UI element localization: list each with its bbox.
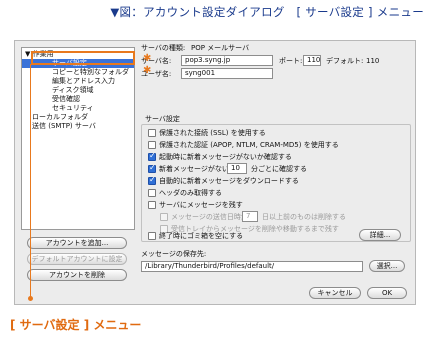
check-interval-suffix: 分ごとに確認する <box>251 165 307 173</box>
check-at-startup-checkbox[interactable] <box>148 151 156 161</box>
figure-caption: ▼図：アカウント設定ダイアログ [ サーバ設定 ] メニュー <box>110 5 424 19</box>
secure-auth-label: 保護された認証 (APOP, NTLM, CRAM-MD5) を使用する <box>159 141 339 149</box>
check-at-startup-label: 起動時に新着メッセージがないか確認する <box>159 153 292 161</box>
set-default-account-button[interactable]: デフォルトアカウントに設定 <box>27 253 127 265</box>
server-type-label: サーバの種類: <box>141 44 186 52</box>
tree-item-label: ディスク領域 <box>52 86 94 94</box>
ssl-label: 保護された接続 (SSL) を使用する <box>159 129 266 137</box>
port-field[interactable]: 110 <box>303 55 321 66</box>
server-type-value: POP メールサーバ <box>191 44 250 52</box>
delete-after-days-suffix: 日以上前のものは削除する <box>262 213 346 221</box>
user-name-field[interactable]: syng001 <box>181 68 273 79</box>
default-port-label: デフォルト: <box>326 57 364 65</box>
ssl-checkbox[interactable] <box>148 129 156 137</box>
callout-star-icon: ✱ <box>143 53 152 64</box>
leave-on-server-checkbox[interactable] <box>148 201 156 209</box>
server-name-field[interactable]: pop3.syng.jp <box>181 55 273 66</box>
tree-item-local-folders[interactable]: ローカルフォルダ <box>22 113 134 122</box>
callout-line <box>30 64 39 65</box>
headers-only-checkbox[interactable] <box>148 189 156 197</box>
delete-after-days-field[interactable]: 7 <box>242 211 258 222</box>
tree-item-label: ローカルフォルダ <box>32 113 88 121</box>
storage-path-field[interactable]: /Library/Thunderbird/Profiles/default/ <box>141 261 363 272</box>
check-interval-field[interactable]: 10 <box>227 163 247 174</box>
secure-auth-checkbox[interactable] <box>148 141 156 149</box>
tree-item-security[interactable]: セキュリティ <box>22 104 134 113</box>
tree-item-label: 受信確認 <box>52 95 80 103</box>
headers-only-label: ヘッダのみ取得する <box>159 189 222 197</box>
check-interval-checkbox[interactable] <box>148 163 156 173</box>
callout-dot-icon <box>28 296 33 301</box>
delete-after-days-checkbox[interactable] <box>160 213 168 221</box>
default-port-value: 110 <box>366 57 380 65</box>
empty-trash-label: 終了時にゴミ箱を空にする <box>159 232 244 240</box>
callout-star-icon: ✱ <box>143 65 152 76</box>
tree-item-copies-folders[interactable]: コピーと特別なフォルダ <box>22 68 134 77</box>
account-tree[interactable]: ▼ 作業用 サーバ設定 コピーと特別なフォルダ 編集とアドレス入力 ディスク領域… <box>21 47 135 230</box>
tree-item-composition[interactable]: 編集とアドレス入力 <box>22 77 134 86</box>
port-label: ポート: <box>279 57 303 65</box>
server-settings-title: サーバ設定 <box>145 115 180 123</box>
add-account-button[interactable]: アカウントを追加... <box>27 237 127 249</box>
delete-account-button[interactable]: アカウントを削除 <box>27 269 127 281</box>
callout-line <box>30 64 31 298</box>
tree-item-label: 送信 (SMTP) サーバ <box>32 122 96 130</box>
tree-item-disk-space[interactable]: ディスク領域 <box>22 86 134 95</box>
cancel-button[interactable]: キャンセル <box>309 287 361 299</box>
delete-after-days-label: メッセージの送信日時が <box>171 213 248 221</box>
tree-item-label: 編集とアドレス入力 <box>52 77 115 85</box>
auto-download-checkbox[interactable] <box>148 175 156 185</box>
tree-item-smtp[interactable]: 送信 (SMTP) サーバ <box>22 122 134 131</box>
tree-item-label: セキュリティ <box>52 104 94 112</box>
empty-trash-checkbox[interactable] <box>148 232 156 240</box>
tree-item-receipts[interactable]: 受信確認 <box>22 95 134 104</box>
account-settings-dialog: ▼ 作業用 サーバ設定 コピーと特別なフォルダ 編集とアドレス入力 ディスク領域… <box>14 40 416 305</box>
tree-item-label: コピーと特別なフォルダ <box>52 68 129 76</box>
auto-download-label: 自動的に新着メッセージをダウンロードする <box>159 177 299 185</box>
storage-label: メッセージの保存先: <box>141 250 207 258</box>
advanced-button[interactable]: 詳細... <box>359 229 401 241</box>
callout-caption: [ サーバ設定 ] メニュー <box>10 318 142 332</box>
ok-button[interactable]: OK <box>367 287 407 299</box>
browse-button[interactable]: 選択... <box>369 260 405 272</box>
selection-highlight-frame <box>31 51 135 65</box>
check-interval-label: 新着メッセージがないか <box>159 165 236 173</box>
leave-on-server-label: サーバにメッセージを残す <box>159 201 243 209</box>
